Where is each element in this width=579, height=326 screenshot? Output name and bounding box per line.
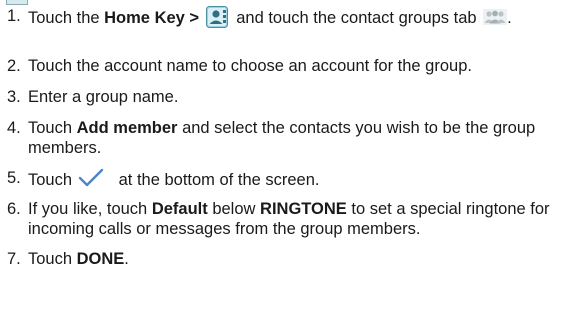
step-number: 5. bbox=[7, 169, 21, 187]
step-number: 6. bbox=[7, 200, 21, 218]
step-number: 3. bbox=[7, 88, 21, 106]
step-number: 2. bbox=[7, 57, 21, 75]
step-4: 4. Touch Add member and select the conta… bbox=[7, 119, 536, 157]
step-7: 7. Touch DONE. bbox=[7, 250, 129, 268]
step-2: 2. Touch the account name to choose an a… bbox=[7, 57, 472, 75]
step-6: 6. If you like, touch Default below RING… bbox=[7, 200, 550, 238]
contact-groups-tab-icon bbox=[483, 9, 508, 25]
step-3: 3. Enter a group name. bbox=[7, 88, 179, 106]
step-number: 7. bbox=[7, 250, 21, 268]
step-number: 1. bbox=[7, 7, 21, 25]
step-number: 4. bbox=[7, 119, 21, 137]
heading-icon bbox=[6, 0, 28, 5]
step-1: 1. Touch the Home Key > and touch the co… bbox=[7, 6, 512, 28]
contacts-app-icon bbox=[205, 6, 228, 28]
instruction-list: 1. Touch the Home Key > and touch the co… bbox=[0, 6, 579, 269]
step-5: 5. Touch at the bottom of the screen. bbox=[7, 168, 320, 189]
checkmark-icon bbox=[78, 168, 104, 187]
